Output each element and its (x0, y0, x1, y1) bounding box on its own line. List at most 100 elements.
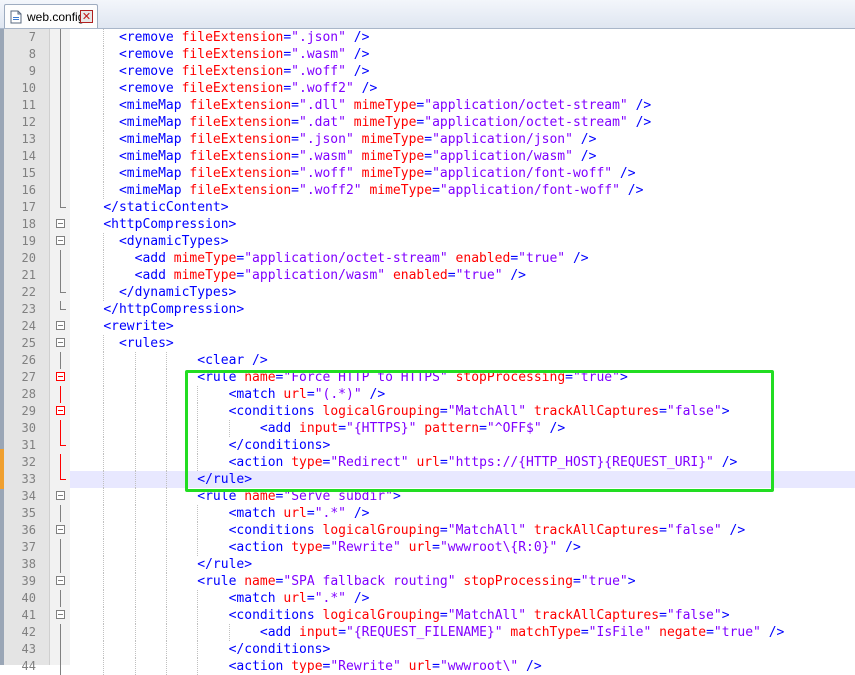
line-number: 12 (21, 115, 36, 129)
indent-guide (165, 505, 167, 522)
line-number: 10 (21, 81, 36, 95)
code-line[interactable]: 10 <remove fileExtension=".woff2" /> (0, 80, 855, 97)
code-text: <rules> (118, 336, 174, 351)
indent-guide (103, 131, 105, 148)
indent-guide (134, 403, 136, 420)
line-number: 36 (21, 523, 36, 537)
code-line[interactable]: 41 <conditions logicalGrouping="MatchAll"… (0, 607, 855, 624)
fold-line-marker (60, 131, 61, 148)
fold-toggle-icon[interactable] (56, 219, 65, 228)
fold-line-marker (60, 454, 61, 471)
indent-guide (103, 522, 105, 539)
fold-toggle-icon[interactable] (56, 525, 65, 534)
close-icon[interactable]: ✕ (80, 10, 93, 23)
indent-guide (103, 573, 105, 590)
code-line[interactable]: 9 <remove fileExtension=".woff" /> (0, 63, 855, 80)
indent-guide (103, 539, 105, 556)
fold-toggle-icon[interactable] (56, 491, 65, 500)
indent-guide (103, 267, 105, 284)
code-line[interactable]: 22 </dynamicTypes> (0, 284, 855, 301)
code-line[interactable]: 35 <match url=".*" /> (0, 505, 855, 522)
fold-line-marker (60, 624, 61, 641)
line-background (70, 590, 855, 607)
line-number: 7 (28, 30, 36, 44)
code-line[interactable]: 13 <mimeMap fileExtension=".json" mimeTyp… (0, 131, 855, 148)
indent-guide (103, 556, 105, 573)
indent-guide (103, 233, 105, 250)
indent-guide (165, 624, 167, 641)
fold-line-marker (60, 114, 61, 131)
code-line[interactable]: 15 <mimeMap fileExtension=".woff" mimeTyp… (0, 165, 855, 182)
fold-toggle-icon[interactable] (56, 321, 65, 330)
code-line[interactable]: 11 <mimeMap fileExtension=".dll" mimeType… (0, 97, 855, 114)
indent-guide (103, 386, 105, 403)
code-line[interactable]: 38 </rule> (0, 556, 855, 573)
code-text: <dynamicTypes> (118, 234, 229, 249)
code-text: <clear /> (197, 353, 268, 368)
code-line[interactable]: 42 <add input="{REQUEST_FILENAME}" matchT… (0, 624, 855, 641)
code-line[interactable]: 8 <remove fileExtension=".wasm" /> (0, 46, 855, 63)
code-line[interactable]: 14 <mimeMap fileExtension=".wasm" mimeTyp… (0, 148, 855, 165)
code-editor[interactable]: 7 <remove fileExtension=".json" /> 8 <remov… (0, 29, 855, 675)
indent-guide (197, 522, 199, 539)
code-line[interactable]: 16 <mimeMap fileExtension=".woff2" mimeTy… (0, 182, 855, 199)
indent-guide (197, 658, 199, 675)
code-text: </dynamicTypes> (118, 285, 237, 300)
fold-line-marker (60, 148, 61, 165)
code-text: </staticContent> (103, 200, 229, 215)
fold-line-marker (60, 97, 61, 114)
indent-guide (134, 658, 136, 675)
indent-guide (134, 471, 136, 488)
indent-guide (103, 29, 105, 46)
code-text: <remove fileExtension=".woff" /> (118, 64, 370, 79)
code-line[interactable]: 21 <add mimeType="application/wasm" enabl… (0, 267, 855, 284)
code-line[interactable]: 39 <rule name="SPA fallback routing" stop… (0, 573, 855, 590)
code-line[interactable]: 37 <action type="Rewrite" url="wwwroot\{R… (0, 539, 855, 556)
fold-toggle-icon[interactable] (56, 338, 65, 347)
code-text: </conditions> (228, 642, 331, 657)
indent-guide (165, 556, 167, 573)
indent-guide (134, 386, 136, 403)
fold-toggle-icon[interactable] (56, 406, 65, 415)
indent-guide (134, 556, 136, 573)
code-text: <match url=".*" /> (228, 506, 370, 521)
fold-toggle-icon[interactable] (56, 372, 65, 381)
fold-end-marker (60, 199, 66, 208)
code-line[interactable]: 25 <rules> (0, 335, 855, 352)
fold-line-marker (60, 63, 61, 80)
fold-toggle-icon[interactable] (56, 610, 65, 619)
indent-guide (103, 250, 105, 267)
code-line[interactable]: 12 <mimeMap fileExtension=".dat" mimeType… (0, 114, 855, 131)
code-line[interactable]: 36 <conditions logicalGrouping="MatchAll"… (0, 522, 855, 539)
code-line[interactable]: 24 <rewrite> (0, 318, 855, 335)
fold-toggle-icon[interactable] (56, 576, 65, 585)
code-line[interactable]: 26 <clear /> (0, 352, 855, 369)
code-line[interactable]: 20 <add mimeType="application/octet-strea… (0, 250, 855, 267)
indent-guide (165, 369, 167, 386)
line-background (70, 318, 855, 335)
code-line[interactable]: 19 <dynamicTypes> (0, 233, 855, 250)
fold-line-marker (60, 386, 61, 403)
indent-guide (103, 590, 105, 607)
line-number: 35 (21, 506, 36, 520)
indent-guide (103, 369, 105, 386)
code-line[interactable]: 40 <match url=".*" /> (0, 590, 855, 607)
indent-guide (134, 590, 136, 607)
tab-title: web.config (27, 10, 85, 24)
indent-guide (197, 539, 199, 556)
code-text: <mimeMap fileExtension=".json" mimeType=… (118, 132, 597, 147)
code-line[interactable]: 17 </staticContent> (0, 199, 855, 216)
fold-toggle-icon[interactable] (56, 236, 65, 245)
code-line[interactable]: 18 <httpCompression> (0, 216, 855, 233)
fold-line-marker (60, 658, 61, 675)
code-line[interactable]: 7 <remove fileExtension=".json" /> (0, 29, 855, 46)
tab-bar: web.config ✕ (0, 0, 855, 29)
code-line[interactable]: 43 </conditions> (0, 641, 855, 658)
code-line[interactable]: 44 <action type="Rewrite" url="wwwroot\" … (0, 658, 855, 675)
line-background (70, 641, 855, 658)
fold-line-marker (60, 80, 61, 97)
code-line[interactable]: 23 </httpCompression> (0, 301, 855, 318)
line-number: 18 (21, 217, 36, 231)
tab-web-config[interactable]: web.config ✕ (4, 4, 98, 28)
code-text: <add mimeType="application/wasm" enabled… (134, 268, 527, 283)
